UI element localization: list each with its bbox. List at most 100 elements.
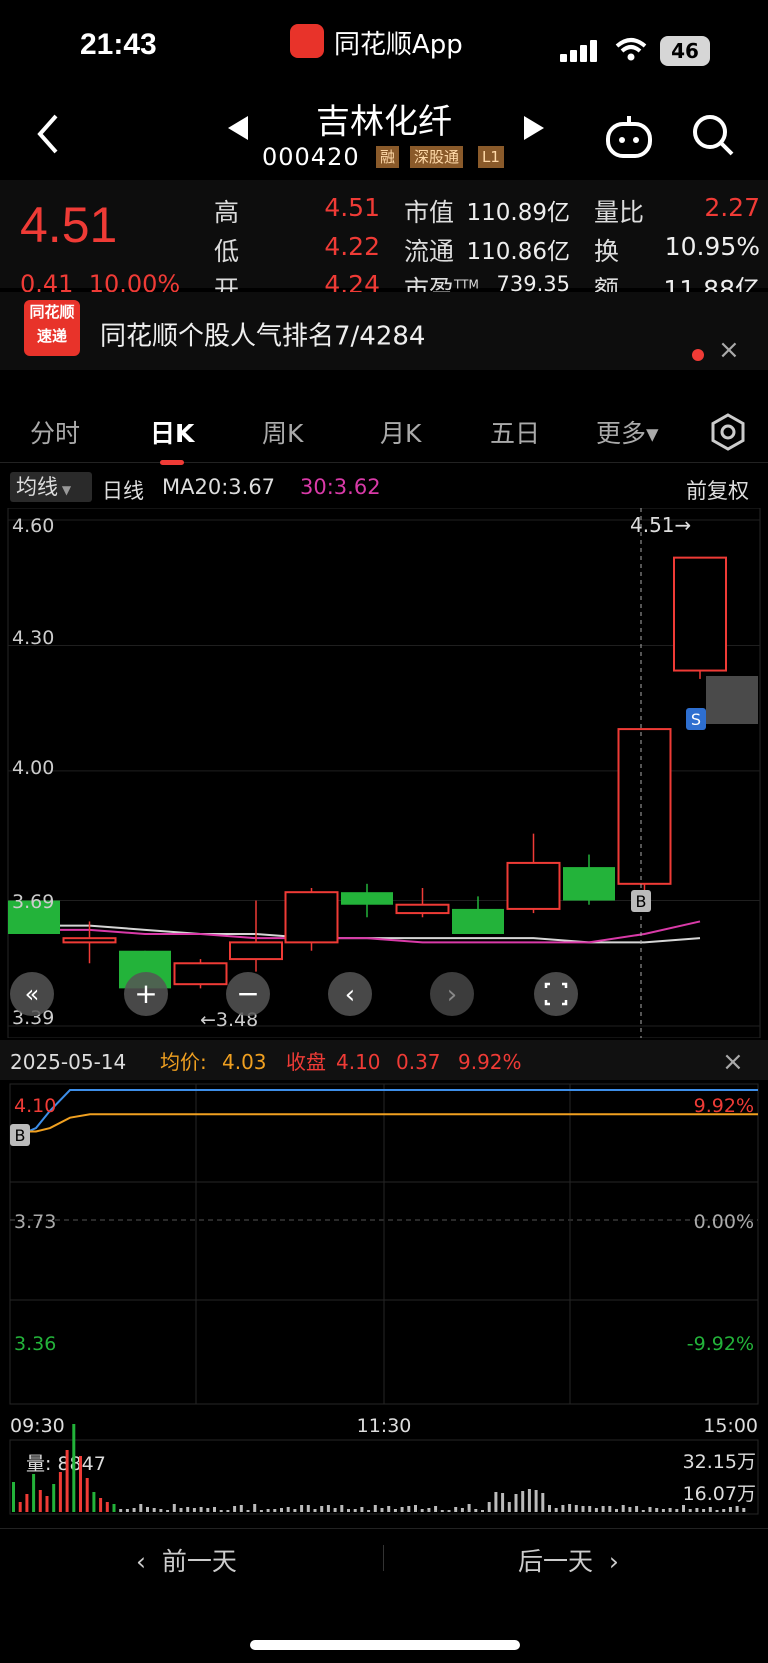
candle-body[interactable] xyxy=(508,863,560,909)
candle-body[interactable] xyxy=(286,892,338,942)
adjust-mode[interactable]: 前复权 xyxy=(686,475,749,505)
intraday-buy-marker[interactable]: B xyxy=(10,1124,30,1146)
status-time: 21:43 xyxy=(80,28,157,62)
volume-bar xyxy=(568,1504,571,1512)
volume-bar xyxy=(682,1505,685,1512)
banner-close-icon[interactable]: × xyxy=(718,335,740,365)
home-indicator xyxy=(250,1640,520,1650)
volume-bar xyxy=(454,1507,457,1512)
candle-body[interactable] xyxy=(175,963,227,984)
low-value: 4.22 xyxy=(300,232,380,261)
volume-bar xyxy=(722,1509,725,1512)
candle-body[interactable] xyxy=(619,729,671,884)
volume-bar xyxy=(139,1504,142,1512)
time-tick-close: 15:00 xyxy=(703,1415,758,1437)
kline-chart[interactable]: 4.60 4.30 4.00 3.69 3.39 4.51→ ←3.48 B S… xyxy=(0,508,768,1038)
settings-hex-icon[interactable] xyxy=(708,412,748,452)
chart-controls: « + − ‹ › xyxy=(10,972,578,1016)
volume-bar xyxy=(25,1494,28,1512)
tab-monthly-k[interactable]: 月K xyxy=(380,414,421,450)
ma30-label: 30:3.62 xyxy=(300,475,381,499)
sell-marker-text: S xyxy=(691,710,701,729)
volume-bar xyxy=(702,1509,705,1512)
volume-bar xyxy=(146,1507,149,1512)
volume-bar xyxy=(200,1507,203,1512)
y-tick-430: 4.30 xyxy=(12,627,54,649)
volume-bar xyxy=(153,1508,156,1512)
volume-bar xyxy=(354,1509,357,1512)
volume-bar xyxy=(481,1510,484,1512)
battery-indicator: 46 xyxy=(660,36,710,66)
volume-bar xyxy=(293,1509,296,1512)
intraday-buy-marker-text: B xyxy=(15,1126,26,1145)
chevron-right-icon: › xyxy=(593,1547,619,1576)
intraday-close-icon[interactable]: × xyxy=(722,1047,744,1077)
tab-more[interactable]: 更多▾ xyxy=(596,414,659,450)
ma-selector[interactable]: 均线 ▼ xyxy=(10,472,92,502)
prev-day-label: 前一天 xyxy=(162,1547,237,1576)
volume-bar xyxy=(709,1507,712,1512)
candle-body[interactable] xyxy=(341,892,393,905)
candle-body[interactable] xyxy=(452,909,504,934)
y-tick-460: 4.60 xyxy=(12,515,54,537)
next-day-button[interactable]: 后一天 › xyxy=(518,1542,619,1578)
volume-bar xyxy=(421,1509,424,1512)
candle-body[interactable] xyxy=(563,867,615,900)
volume-bar xyxy=(12,1482,15,1512)
volume-bar xyxy=(468,1504,471,1512)
tab-five-day[interactable]: 五日 xyxy=(490,414,540,450)
tab-weekly-k[interactable]: 周K xyxy=(262,414,303,450)
avg-price-label: 均价: xyxy=(160,1050,207,1074)
logo-top-text: 同花顺 xyxy=(24,300,80,324)
volume-bar xyxy=(334,1508,337,1512)
intraday-y-low: 3.36 xyxy=(14,1333,56,1355)
tab-intraday[interactable]: 分时 xyxy=(30,414,80,450)
volume-bar xyxy=(474,1509,477,1512)
sell-marker[interactable]: S xyxy=(686,708,706,730)
volume-bar xyxy=(387,1506,390,1512)
volume-bar xyxy=(119,1509,122,1512)
volume-bar xyxy=(602,1506,605,1512)
candle-body[interactable] xyxy=(230,942,282,959)
intraday-chart[interactable]: 2025-05-14 均价: 4.03 收盘 4.10 0.37 9.92% ×… xyxy=(0,1040,768,1520)
prev-day-button[interactable]: ‹ 前一天 xyxy=(136,1542,237,1578)
next-day-label: 后一天 xyxy=(518,1547,593,1576)
plus-icon: + xyxy=(134,977,157,1010)
next-stock-icon[interactable] xyxy=(524,116,544,140)
volume-bar xyxy=(314,1509,317,1512)
tab-daily-k[interactable]: 日K xyxy=(150,414,194,450)
candle-body[interactable] xyxy=(674,558,726,671)
volume-bar xyxy=(226,1510,229,1512)
volume-tick-high: 32.15万 xyxy=(683,1451,756,1473)
candle-body[interactable] xyxy=(397,905,449,913)
volume-bar xyxy=(494,1492,497,1512)
fullscreen-button[interactable] xyxy=(534,972,578,1016)
volume-bar xyxy=(32,1474,35,1512)
tag-level: L1 xyxy=(478,146,504,168)
wifi-icon xyxy=(615,36,647,62)
volume-bar xyxy=(273,1509,276,1512)
volume-bar xyxy=(448,1510,451,1512)
volume-bar xyxy=(528,1489,531,1512)
buy-marker-text: B xyxy=(636,892,647,911)
robot-assistant-icon[interactable] xyxy=(604,114,654,160)
volume-bar xyxy=(213,1507,216,1512)
intraday-date: 2025-05-14 xyxy=(10,1050,126,1074)
volume-tick-mid: 16.07万 xyxy=(683,1483,756,1505)
last-price: 4.51 xyxy=(20,196,117,254)
close-label: 收盘 xyxy=(286,1050,326,1074)
volume-bar xyxy=(79,1456,82,1512)
search-icon[interactable] xyxy=(690,112,736,158)
volume-bar xyxy=(582,1506,585,1512)
volume-bar xyxy=(159,1509,162,1512)
turnover-label: 换 xyxy=(594,232,619,268)
volume-bar xyxy=(240,1505,243,1512)
volume-bar xyxy=(59,1472,62,1512)
volume-bar xyxy=(340,1505,343,1512)
intraday-pct-mid: 0.00% xyxy=(694,1211,754,1233)
volume-bar xyxy=(99,1498,102,1512)
buy-marker[interactable]: B xyxy=(631,890,651,912)
candle-body[interactable] xyxy=(64,938,116,942)
volume-bar xyxy=(374,1505,377,1512)
volume-bar xyxy=(320,1506,323,1512)
